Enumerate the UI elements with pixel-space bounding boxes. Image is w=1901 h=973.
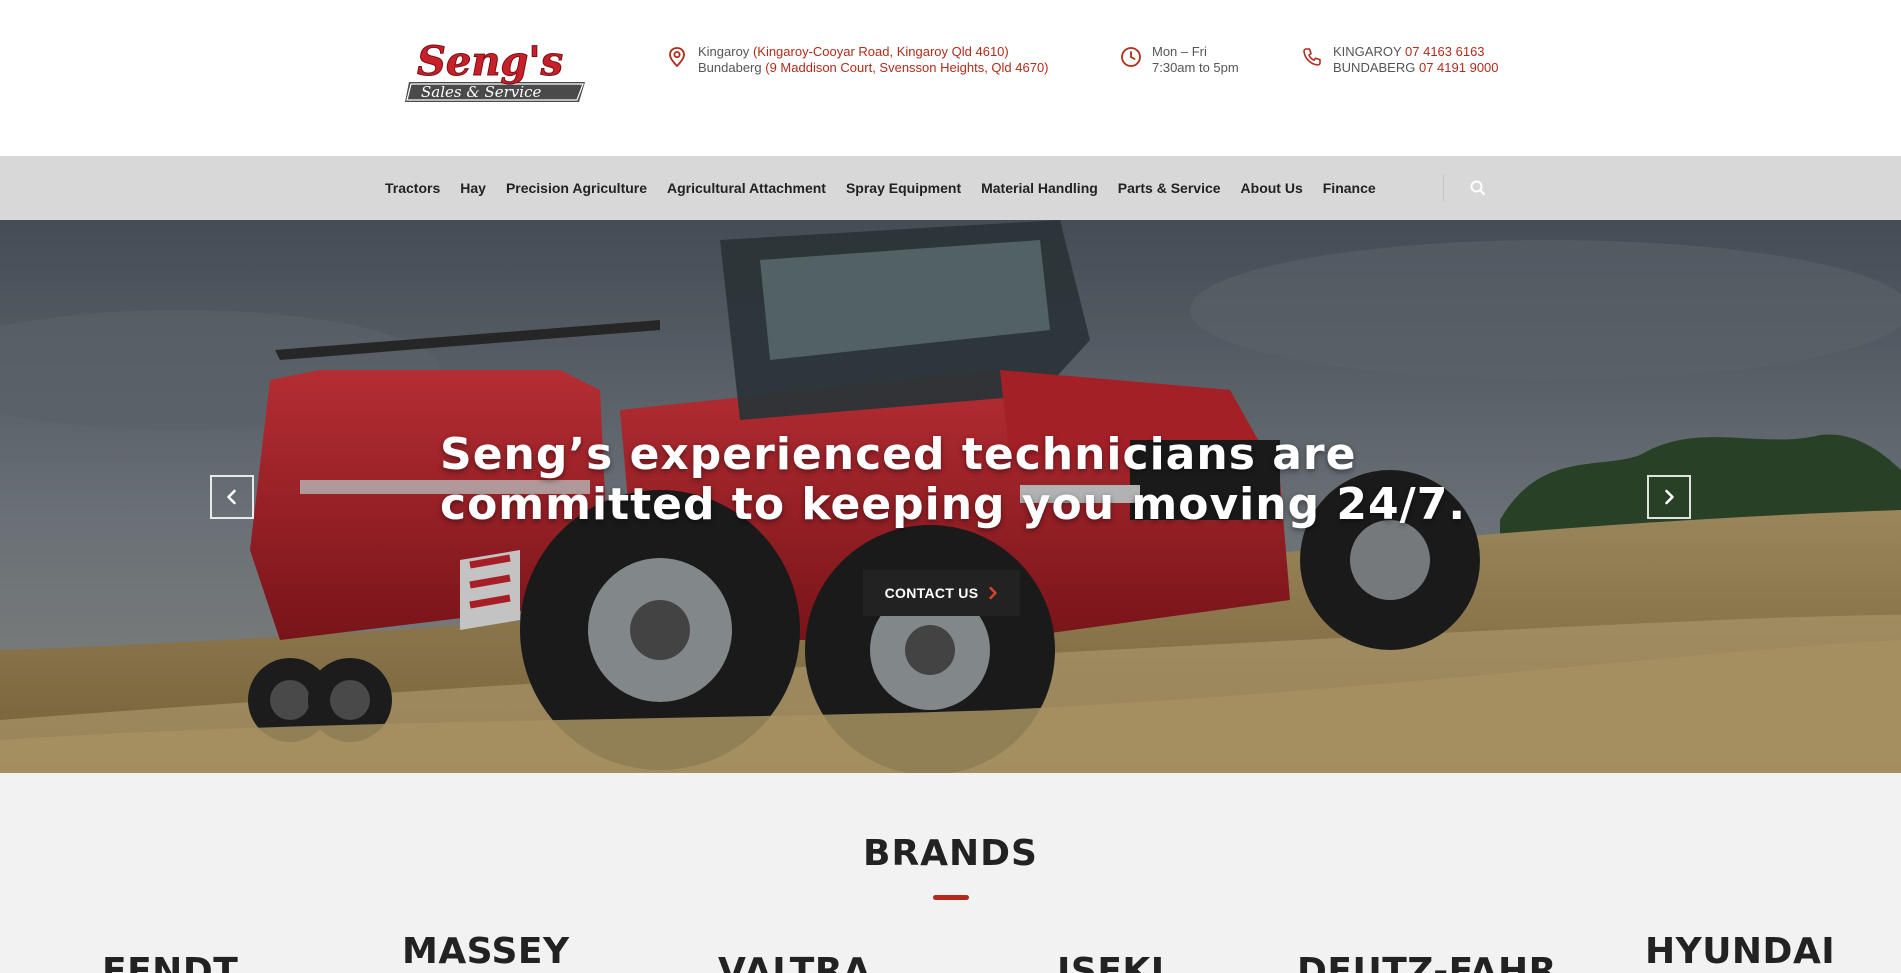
search-button[interactable] [1468, 178, 1488, 198]
nav-item-agricultural-attachment[interactable]: Agricultural Attachment [657, 176, 836, 200]
chevron-right-icon [989, 586, 998, 600]
hours-days: Mon – Fri [1152, 44, 1207, 59]
nav-item-material-handling[interactable]: Material Handling [971, 176, 1108, 200]
hero-slider: Seng’s experienced technicians are commi… [0, 220, 1901, 773]
main-nav: Tractors Hay Precision Agriculture Agric… [0, 156, 1901, 220]
map-pin-icon [669, 47, 685, 68]
logo-wordmark: Seng's [417, 38, 563, 85]
hero-headline: Seng’s experienced technicians are commi… [440, 430, 1490, 530]
contact-us-button[interactable]: CONTACT US [863, 570, 1020, 616]
phone-info: KINGAROY 07 4163 6163 BUNDABERG 07 4191 … [1301, 44, 1499, 76]
location-place: Kingaroy [698, 44, 750, 59]
nav-item-hay[interactable]: Hay [450, 176, 496, 200]
brands-title: BRANDS [863, 833, 1038, 874]
brand-deutz-fahr[interactable]: DEUTZ-FAHR [1297, 951, 1557, 973]
hero-headline-line: committed to keeping you moving 24/7. [440, 479, 1467, 530]
chevron-right-icon [1665, 489, 1674, 505]
location-line-kingaroy: Kingaroy (Kingaroy-Cooyar Road, Kingaroy… [698, 44, 1049, 60]
company-logo[interactable]: Seng's Sales & Service [403, 36, 591, 118]
logo-tagline: Sales & Service [421, 83, 541, 101]
phone-number-link[interactable]: 07 4191 9000 [1419, 60, 1499, 75]
nav-item-finance[interactable]: Finance [1313, 176, 1386, 200]
hero-headline-line: Seng’s experienced technicians are [440, 429, 1357, 480]
slider-prev-button[interactable] [210, 475, 254, 519]
brand-massey[interactable]: MASSEY [402, 931, 570, 972]
brands-section: BRANDS FENDT MASSEY VALTRA ISEKI DEUTZ-F… [0, 773, 1901, 973]
slider-next-button[interactable] [1647, 475, 1691, 519]
phone-place: KINGAROY [1333, 44, 1402, 59]
nav-item-tractors[interactable]: Tractors [375, 176, 450, 200]
location-address-link[interactable]: (Kingaroy-Cooyar Road, Kingaroy Qld 4610… [753, 44, 1009, 59]
location-place: Bundaberg [698, 60, 762, 75]
nav-items: Tractors Hay Precision Agriculture Agric… [375, 156, 1386, 220]
location-address-link[interactable]: (9 Maddison Court, Svensson Heights, Qld… [765, 60, 1048, 75]
nav-divider [1443, 174, 1444, 202]
phone-place: BUNDABERG [1333, 60, 1416, 75]
brand-fendt[interactable]: FENDT [102, 951, 238, 973]
brand-iseki[interactable]: ISEKI [1057, 951, 1165, 973]
nav-item-parts-service[interactable]: Parts & Service [1108, 176, 1231, 200]
phone-line-bundaberg: BUNDABERG 07 4191 9000 [1333, 60, 1499, 76]
hours-info: Mon – Fri 7:30am to 5pm [1120, 44, 1239, 76]
location-line-bundaberg: Bundaberg (9 Maddison Court, Svensson He… [698, 60, 1049, 76]
contact-us-label: CONTACT US [884, 585, 979, 601]
brand-hyundai[interactable]: HYUNDAI [1645, 931, 1835, 972]
chevron-left-icon [227, 489, 236, 505]
nav-item-spray-equipment[interactable]: Spray Equipment [836, 176, 971, 200]
nav-item-precision-agriculture[interactable]: Precision Agriculture [496, 176, 657, 200]
phone-number-link[interactable]: 07 4163 6163 [1405, 44, 1485, 59]
search-icon [1470, 180, 1486, 196]
brand-valtra[interactable]: VALTRA [718, 951, 871, 973]
title-underline [933, 895, 969, 900]
clock-icon [1121, 47, 1141, 67]
hours-time: 7:30am to 5pm [1152, 60, 1239, 75]
phone-icon [1303, 48, 1321, 66]
location-info: Kingaroy (Kingaroy-Cooyar Road, Kingaroy… [666, 44, 1049, 76]
site-header: Seng's Sales & Service Kingaroy (Kingaro… [0, 0, 1901, 156]
phone-line-kingaroy: KINGAROY 07 4163 6163 [1333, 44, 1499, 60]
nav-item-about-us[interactable]: About Us [1231, 176, 1313, 200]
